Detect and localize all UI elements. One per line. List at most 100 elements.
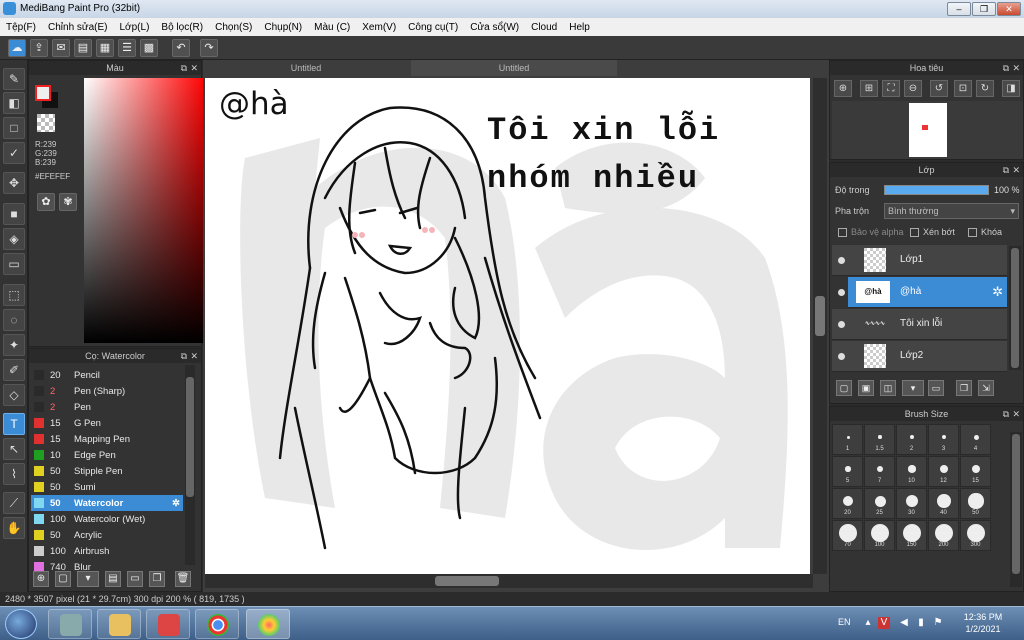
tab-untitled-2[interactable]: Untitled	[411, 60, 617, 76]
menu-edit[interactable]: Chỉnh sửa(E)	[48, 22, 108, 33]
brush-size-cell[interactable]: 1.5	[864, 424, 895, 455]
menu-help[interactable]: Help	[569, 22, 590, 33]
restore-button[interactable]: ❐	[972, 2, 996, 16]
new-layer-8bit-icon[interactable]: ▣	[858, 380, 874, 396]
menu-color[interactable]: Màu (C)	[314, 22, 350, 33]
layer-settings-gear-icon[interactable]: ✲	[992, 284, 1003, 300]
menu-cloud[interactable]: Cloud	[531, 22, 557, 33]
volume-icon[interactable]: ◀	[898, 617, 910, 629]
add-brush-icon[interactable]: ⊕	[33, 571, 49, 587]
cloud-icon[interactable]: ☁	[8, 39, 26, 57]
minimize-button[interactable]: –	[947, 2, 971, 16]
brush-size-cell[interactable]: 40	[928, 488, 959, 519]
brush-list-scrollbar[interactable]	[185, 365, 195, 565]
brush-size-cell[interactable]: 150	[896, 520, 927, 551]
taskbar-app-paint[interactable]	[48, 609, 92, 639]
flip-icon[interactable]: ◨	[1002, 80, 1020, 97]
duplicate-layer-icon[interactable]: ❐	[956, 380, 972, 396]
canvas-vertical-scrollbar[interactable]	[813, 78, 827, 574]
brush-size-cell[interactable]: 1	[832, 424, 863, 455]
close-button[interactable]: ✕	[997, 2, 1021, 16]
redo-icon[interactable]: ↷	[200, 39, 218, 57]
brush-item[interactable]: 50 Sumi	[31, 479, 183, 495]
visibility-eye-icon[interactable]	[838, 353, 845, 360]
brush-size-cell[interactable]: 25	[864, 488, 895, 519]
comment-icon[interactable]: ✉	[52, 39, 70, 57]
brush-size-cell[interactable]: 50	[960, 488, 991, 519]
merge-layer-icon[interactable]: ⇲	[978, 380, 994, 396]
layer-menu-icon[interactable]: ▾	[902, 380, 924, 396]
popout-icon[interactable]: ⧉	[181, 349, 187, 363]
zoom-out-icon[interactable]: ⊖	[904, 80, 922, 97]
tray-up-icon[interactable]: ▴	[862, 617, 874, 629]
layer-list-scrollbar[interactable]	[1009, 246, 1021, 370]
list-icon[interactable]: ☰	[118, 39, 136, 57]
reset-icon[interactable]: ⊡	[954, 80, 972, 97]
brush-item[interactable]: 2 Pen	[31, 399, 183, 415]
saturation-value-picker[interactable]	[84, 78, 206, 343]
eyedropper-icon[interactable]: ⌇	[3, 463, 25, 485]
palette-icon[interactable]: ✿	[37, 193, 55, 211]
brush-size-cell[interactable]: 100	[864, 520, 895, 551]
upload-icon[interactable]: ⇪	[30, 39, 48, 57]
tab-untitled-1[interactable]: Untitled	[203, 60, 409, 76]
close-icon[interactable]: ✕	[190, 61, 198, 75]
menu-file[interactable]: Tệp(F)	[6, 22, 36, 33]
taskbar-app-chrome[interactable]	[195, 609, 239, 639]
protect-alpha-checkbox[interactable]: Bảo vệ alpha	[838, 227, 904, 237]
settings-gear-icon[interactable]: ✲	[172, 498, 180, 509]
rotate-left-icon[interactable]: ↺	[930, 80, 948, 97]
menu-filter[interactable]: Bộ lọc(R)	[161, 22, 203, 33]
brush-size-cell[interactable]: 10	[896, 456, 927, 487]
menu-layer[interactable]: Lớp(L)	[120, 22, 150, 33]
brush-tool-icon[interactable]: ✎	[3, 68, 25, 90]
magic-wand-icon[interactable]: ✦	[3, 334, 25, 356]
canvas-horizontal-scrollbar[interactable]	[205, 574, 813, 588]
brush-item[interactable]: 15 G Pen	[31, 415, 183, 431]
visibility-eye-icon[interactable]	[838, 289, 845, 296]
duplicate-icon[interactable]: ❐	[149, 571, 165, 587]
brush-size-cell[interactable]: 15	[960, 456, 991, 487]
eraser-tool-icon[interactable]: ◧	[3, 92, 25, 114]
opacity-slider[interactable]	[884, 185, 989, 195]
popout-icon[interactable]: ⧉	[1003, 163, 1009, 177]
grid-icon[interactable]: ▩	[140, 39, 158, 57]
taskbar-app-medibang[interactable]	[246, 609, 290, 639]
brush-menu-icon[interactable]: ▾	[77, 571, 99, 587]
text-tool-icon[interactable]: T	[3, 413, 25, 435]
clock[interactable]: 12:36 PM 1/2/2021	[958, 611, 1008, 635]
brush-item[interactable]: 50 Acrylic	[31, 527, 183, 543]
shape-tool-icon[interactable]: □	[3, 117, 25, 139]
brush-size-cell[interactable]: 30	[896, 488, 927, 519]
close-icon[interactable]: ✕	[1012, 61, 1020, 75]
close-icon[interactable]: ✕	[1012, 163, 1020, 177]
dot-tool-icon[interactable]: ✓	[3, 142, 25, 164]
menu-tools[interactable]: Công cụ(T)	[408, 22, 458, 33]
close-icon[interactable]: ✕	[1012, 407, 1020, 421]
brush-size-cell[interactable]: 7	[864, 456, 895, 487]
brush-size-cell[interactable]: 5	[832, 456, 863, 487]
network-icon[interactable]: ▮	[915, 617, 927, 629]
brush-size-cell[interactable]: 4	[960, 424, 991, 455]
chat-icon[interactable]: ▤	[74, 39, 92, 57]
clipping-checkbox[interactable]: Xén bớt	[910, 227, 955, 237]
select-eraser-icon[interactable]: ◇	[3, 384, 25, 406]
visibility-eye-icon[interactable]	[838, 321, 845, 328]
flag-icon[interactable]: ⚑	[932, 617, 944, 629]
brush-size-cell[interactable]: 70	[832, 520, 863, 551]
folder-icon[interactable]: ▭	[127, 571, 143, 587]
layer-item[interactable]: ∿∿∿∿ Tôi xin lỗi	[832, 309, 1007, 340]
popout-icon[interactable]: ⧉	[1003, 407, 1009, 421]
popout-icon[interactable]: ⧉	[1003, 61, 1009, 75]
layer-item[interactable]: Lớp1	[832, 245, 1007, 276]
menu-capture[interactable]: Chụp(N)	[264, 22, 302, 33]
zoom-in-plus-icon[interactable]: ⊞	[860, 80, 878, 97]
layer-folder-icon[interactable]: ▭	[928, 380, 944, 396]
brush-size-cell[interactable]: 2	[896, 424, 927, 455]
taskbar-app-folder[interactable]	[97, 609, 141, 639]
fit-icon[interactable]: ⛶	[882, 80, 900, 97]
new-layer-icon[interactable]: ▢	[836, 380, 852, 396]
brush-size-cell[interactable]: 12	[928, 456, 959, 487]
zoom-in-icon[interactable]: ⊕	[834, 80, 852, 97]
brush-size-scrollbar[interactable]	[1010, 432, 1022, 587]
